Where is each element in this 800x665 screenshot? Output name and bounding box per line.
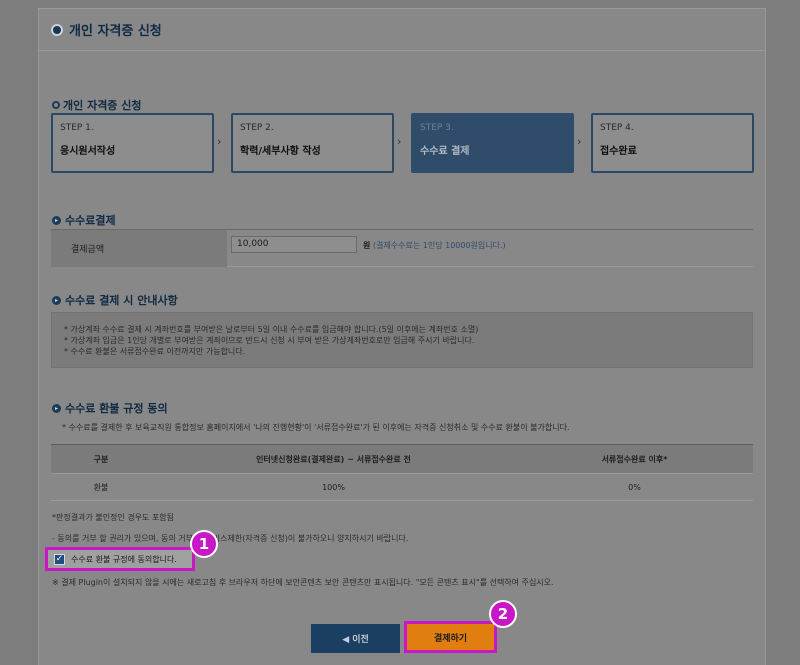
step-number: STEP 3. [420,123,454,133]
refund-section-title: ▸ 수수료 환불 규정 동의 [52,400,168,416]
step-number: STEP 1. [60,123,94,133]
payment-unit: 원 (결제수수료는 1인당 10000원입니다.) [363,241,506,250]
step-progress: STEP 1. 응시원서작성 › STEP 2. 학력/세부사항 작성 › ST… [51,113,754,173]
step-name: 접수완료 [600,146,637,157]
table-header-cell: 서류접수완료 이후* [601,454,668,464]
chevron-right-icon: › [577,135,582,148]
payment-amount-field: 10,000 [231,236,357,253]
step-number: STEP 2. [240,123,274,133]
info-bullet-icon: ▸ [52,295,61,305]
consent-note: - 동의를 거부 할 권리가 있으며, 동의 거부 시 서비스제한(자격증 신청… [52,534,409,543]
step-badge-2: 2 [489,600,517,628]
refund-description: * 수수료를 결제한 후 보육교직원 통합정보 홈페이지에서 '나의 진행현황'… [62,423,570,432]
payment-section-title: ▸ 수수료결제 [52,212,116,228]
step-name: 응시원서작성 [60,146,116,157]
page-title: 개인 자격증 신청 [69,24,162,39]
chevron-right-icon: › [217,135,222,148]
step-4: STEP 4. 접수완료 [591,113,754,173]
step-badge-1: 1 [190,530,218,558]
table-header-row: 구분 인터넷신청완료(결제완료) ~ 서류접수완료 전 서류접수완료 이후* [51,445,753,474]
notice-section-title: ▸ 수수료 결제 시 안내사항 [52,292,178,308]
payment-row: 결제금액 10,000 원 (결제수수료는 1인당 10000원입니다.) [51,229,753,267]
chevron-right-icon: › [397,135,402,148]
review-note: *판정결과가 불인정인 경우도 포함됨 [52,513,175,522]
notice-line: * 가상계좌 입금은 1인당 개별로 부여받은 계좌이므로 반드시 신청 시 부… [64,336,475,345]
refund-table: 구분 인터넷신청완료(결제완료) ~ 서류접수완료 전 서류접수완료 이후* 환… [51,444,753,501]
notice-line: * 수수료 환불은 서류접수완료 이전까지만 가능합니다. [64,347,246,356]
prev-button[interactable]: ◀ 이전 [311,624,400,653]
page-header: 개인 자격증 신청 [39,9,765,51]
section-title: 개인 자격증 신청 [52,97,142,113]
agree-label: 수수료 환불 규정에 동의합니다. [71,554,177,564]
ring-bullet-icon [52,101,60,109]
step-name: 수수료 결제 [420,146,470,157]
payment-amount-label: 결제금액 [51,230,227,267]
step-2: STEP 2. 학력/세부사항 작성 [231,113,394,173]
notice-line: * 가상계좌 수수료 결제 시 계좌번호를 부여받은 날로부터 5일 이내 수수… [64,325,479,334]
notice-box: * 가상계좌 수수료 결제 시 계좌번호를 부여받은 날로부터 5일 이내 수수… [51,312,753,368]
step-name: 학력/세부사항 작성 [240,146,321,157]
agree-checkbox-row[interactable]: ✓ 수수료 환불 규정에 동의합니다. [45,547,195,571]
table-cell: 0% [628,482,641,492]
step-number: STEP 4. [600,123,634,133]
payment-unit-note: (결제수수료는 1인당 10000원입니다.) [372,241,506,250]
table-header-cell: 구분 [93,454,109,464]
table-row: 환불 100% 0% [51,474,753,501]
plugin-note: ※ 결제 Plugin이 설치되지 않을 시에는 새로고침 후 브라우저 하단에… [52,578,554,587]
table-header-cell: 인터넷신청완료(결제완료) ~ 서류접수완료 전 [256,454,411,464]
pay-button[interactable]: 결제하기 [404,621,497,653]
header-bullet-icon [51,23,63,36]
info-bullet-icon: ▸ [52,215,61,225]
info-bullet-icon: ▸ [52,403,61,413]
table-cell: 100% [322,482,345,492]
step-1: STEP 1. 응시원서작성 [51,113,214,173]
table-cell: 환불 [93,482,109,492]
agree-checkbox[interactable]: ✓ [54,553,65,565]
step-3: STEP 3. 수수료 결제 [411,113,574,173]
